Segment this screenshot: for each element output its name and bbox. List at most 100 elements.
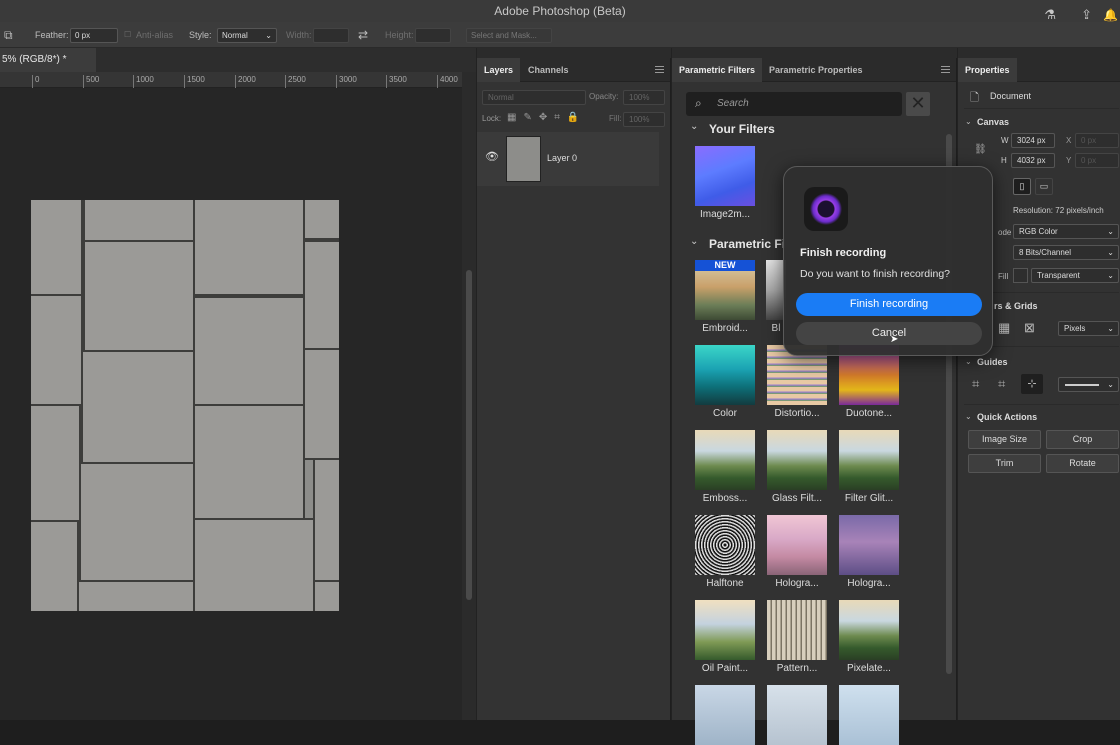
scrollbar-thumb[interactable] <box>466 270 472 600</box>
select-and-mask-button[interactable]: Select and Mask... <box>466 28 552 43</box>
paving-tile <box>31 404 81 522</box>
height-label: H <box>1001 156 1007 165</box>
rotate-button[interactable]: Rotate <box>1046 454 1119 473</box>
grid-icon[interactable]: ▦ <box>998 320 1010 336</box>
filter-item[interactable] <box>766 685 828 745</box>
filter-thumbnail <box>839 600 899 660</box>
quick-actions-title: Quick Actions <box>977 412 1038 422</box>
horizontal-ruler: 0 500 1000 1500 2000 2500 3000 3500 4000 <box>0 72 462 88</box>
filter-item[interactable]: Hologra... <box>766 515 828 589</box>
filter-item[interactable]: Duotone... <box>838 345 900 419</box>
tab-properties[interactable]: Properties <box>958 58 1017 82</box>
parametric-filters-panel: Parametric Filters Parametric Properties… <box>671 48 957 745</box>
smart-guides-icon[interactable]: ⊹ <box>1021 374 1043 394</box>
crop-button[interactable]: Crop <box>1046 430 1119 449</box>
filter-label: Glass Filt... <box>771 493 822 504</box>
filter-thumbnail <box>839 430 899 490</box>
window-title: Adobe Photoshop (Beta) <box>494 4 626 18</box>
filter-item[interactable]: Filter Glit... <box>838 430 900 504</box>
fill-label: Fill <box>998 272 1009 281</box>
filter-item[interactable]: Distortio... <box>766 345 828 419</box>
anti-alias-checkbox[interactable]: ☐ <box>124 22 131 48</box>
tab-parametric-properties[interactable]: Parametric Properties <box>762 58 870 82</box>
canvas-y-input[interactable]: 0 px <box>1075 153 1119 168</box>
fill-input[interactable]: 100% <box>623 112 665 127</box>
search-icon: ⌕ <box>695 96 702 110</box>
trim-button[interactable]: Trim <box>968 454 1041 473</box>
chevron-down-icon[interactable]: ⌄ <box>965 357 972 366</box>
filter-item[interactable]: NEW Embroid... <box>694 260 756 334</box>
canvas-width-input[interactable]: 3024 px <box>1011 133 1055 148</box>
layer-row[interactable]: 👁 Layer 0 <box>477 132 659 186</box>
paving-tile <box>83 200 195 242</box>
bit-depth-value: 8 Bits/Channel <box>1019 248 1072 257</box>
document-tab[interactable]: 5% (RGB/8*) * <box>0 48 96 72</box>
filter-thumbnail <box>839 685 899 745</box>
filter-item[interactable]: Image2m... <box>694 146 756 220</box>
paving-tile <box>303 240 339 350</box>
document-label: Document <box>990 91 1032 101</box>
panel-menu-icon[interactable] <box>941 66 950 73</box>
fill-select[interactable]: Transparent ⌄ <box>1031 268 1119 283</box>
finish-recording-button[interactable]: Finish recording <box>796 293 982 316</box>
landscape-orientation-icon[interactable]: ▭ <box>1035 178 1053 195</box>
chevron-down-icon[interactable]: ⌄ <box>965 412 972 421</box>
filter-item[interactable]: Hologra... <box>838 515 900 589</box>
guides-icon[interactable]: ⌗ <box>972 376 979 392</box>
canvas-x-input[interactable]: 0 px <box>1075 133 1119 148</box>
canvas-height-input[interactable]: 4032 px <box>1011 153 1055 168</box>
search-placeholder: Search <box>717 98 749 109</box>
cancel-button[interactable]: Cancel <box>796 322 982 345</box>
tab-parametric-filters[interactable]: Parametric Filters <box>672 58 763 82</box>
canvas-image[interactable] <box>31 200 339 611</box>
selection-mode-icon[interactable]: ⧉ <box>4 22 13 48</box>
panel-menu-icon[interactable] <box>655 66 664 73</box>
tab-layers[interactable]: Layers <box>477 58 521 82</box>
anti-alias-label: Anti-alias <box>136 30 174 40</box>
guide-layout-icon[interactable]: ⌗ <box>998 376 1005 392</box>
filter-thumbnail <box>767 515 827 575</box>
chevron-down-icon[interactable]: ⌄ <box>965 117 972 126</box>
opacity-label: Opacity: <box>589 92 619 101</box>
width-label: Width: <box>286 30 312 40</box>
filter-item[interactable]: Pixelate... <box>838 600 900 674</box>
chevron-down-icon[interactable]: ⌄ <box>690 236 698 247</box>
blend-mode-select[interactable]: Normal <box>482 90 586 105</box>
search-input[interactable]: ⌕ Search <box>686 92 902 116</box>
lock-icons[interactable]: ▦✎✥⌗🔒 <box>507 112 586 123</box>
filter-item[interactable]: Emboss... <box>694 430 756 504</box>
width-input[interactable] <box>313 28 349 43</box>
filter-item[interactable]: Color <box>694 345 756 419</box>
filter-label: Pixelate... <box>847 663 891 674</box>
tab-channels[interactable]: Channels <box>521 58 576 82</box>
filter-label: Image2m... <box>699 209 751 220</box>
feather-input[interactable]: 0 px <box>70 28 118 43</box>
chevron-down-icon[interactable]: ⌄ <box>690 121 698 132</box>
filter-item[interactable]: Oil Paint... <box>694 600 756 674</box>
style-select[interactable]: Normal ⌄ <box>217 28 277 43</box>
y-label: Y <box>1066 156 1072 165</box>
filter-item[interactable]: Pattern... <box>766 600 828 674</box>
filter-label: Halftone <box>706 578 744 589</box>
lock-label: Lock: <box>482 114 502 123</box>
portrait-orientation-icon[interactable]: ▯ <box>1013 178 1031 195</box>
eye-icon[interactable]: 👁 <box>485 150 499 163</box>
swap-icon[interactable]: ⇄ <box>358 22 368 48</box>
filter-item[interactable]: Halftone <box>694 515 756 589</box>
filter-item[interactable]: Glass Filt... <box>766 430 828 504</box>
close-icon[interactable]: ✕ <box>906 92 930 116</box>
color-mode-select[interactable]: RGB Color ⌄ <box>1013 224 1119 239</box>
link-icon[interactable]: ⛓ <box>974 144 987 155</box>
filter-item[interactable] <box>694 685 756 745</box>
opacity-input[interactable]: 100% <box>623 90 665 105</box>
image-size-button[interactable]: Image Size <box>968 430 1041 449</box>
units-select[interactable]: Pixels ⌄ <box>1058 321 1119 336</box>
fill-swatch[interactable] <box>1013 268 1028 283</box>
height-input[interactable] <box>415 28 451 43</box>
bit-depth-select[interactable]: 8 Bits/Channel ⌄ <box>1013 245 1119 260</box>
pixel-grid-icon[interactable]: ⊠ <box>1024 320 1035 336</box>
filter-label: Pattern... <box>776 663 818 674</box>
filter-item[interactable] <box>838 685 900 745</box>
height-label: Height: <box>385 30 414 40</box>
guide-style-select[interactable]: ⌄ <box>1058 377 1119 392</box>
